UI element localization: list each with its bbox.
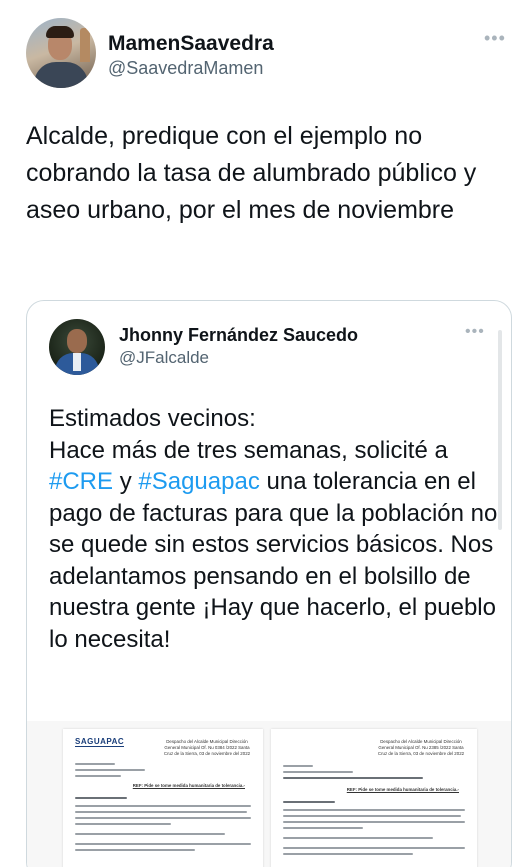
hashtag-cre[interactable]: #CRE (49, 468, 113, 495)
scrollbar[interactable] (498, 330, 502, 530)
avatar-hair (46, 26, 74, 38)
document-reference: REF: Pide se tome medida humanitaria de … (132, 783, 245, 788)
text-line (283, 809, 465, 811)
document-header: Despacho del Alcalde Municipal Dirección… (163, 739, 251, 756)
avatar-face (67, 329, 87, 353)
text-line (283, 801, 335, 803)
text-line (75, 817, 251, 819)
avatar-background-tower (80, 28, 90, 62)
quoted-text-part2: y (113, 468, 139, 495)
text-line (75, 811, 247, 813)
text-line (75, 763, 115, 765)
quoted-text-part3: una tolerancia en el pago de facturas pa… (49, 468, 498, 653)
text-line (283, 853, 413, 855)
document-image-saguapac[interactable]: SAGUAPAC Despacho del Alcalde Municipal … (63, 729, 263, 867)
avatar-body (34, 62, 88, 88)
quoted-author-handle[interactable]: @JFalcalde (119, 348, 209, 368)
text-line (283, 827, 363, 829)
text-line (283, 771, 353, 773)
text-line (75, 775, 121, 777)
document-image-cre[interactable]: Despacho del Alcalde Municipal Dirección… (271, 729, 477, 867)
attached-images[interactable]: SAGUAPAC Despacho del Alcalde Municipal … (27, 721, 511, 867)
text-line (75, 843, 251, 845)
text-line (75, 823, 171, 825)
author-handle[interactable]: @SaavedraMamen (108, 58, 263, 79)
text-line (283, 847, 465, 849)
author-name[interactable]: MamenSaavedra (108, 32, 274, 56)
document-header: Despacho del Alcalde Municipal Dirección… (377, 739, 465, 756)
text-line (283, 765, 313, 767)
hashtag-saguapac[interactable]: #Saguapac (138, 468, 259, 495)
quoted-text-part1: Estimados vecinos: Hace más de tres sema… (49, 405, 448, 464)
tweet-text: Alcalde, predique con el ejemplo no cobr… (26, 122, 477, 224)
avatar-collar (73, 353, 81, 371)
tweet: MamenSaavedra @SaavedraMamen ••• Alcalde… (0, 0, 526, 867)
text-line (75, 833, 225, 835)
author-avatar[interactable] (26, 18, 96, 88)
document-reference: REF: Pide se tome medida humanitaria de … (346, 787, 459, 792)
text-line (75, 849, 195, 851)
quoted-tweet[interactable]: Jhonny Fernández Saucedo @JFalcalde ••• … (26, 300, 512, 867)
text-line (75, 805, 251, 807)
saguapac-logo: SAGUAPAC (75, 737, 125, 747)
text-line (283, 777, 423, 779)
text-line (75, 769, 145, 771)
quoted-tweet-text: Estimados vecinos: Hace más de tres sema… (49, 403, 501, 655)
text-line (283, 815, 461, 817)
quoted-more-options-icon[interactable]: ••• (465, 323, 485, 341)
text-line (283, 821, 465, 823)
quoted-author-name[interactable]: Jhonny Fernández Saucedo (119, 325, 358, 346)
more-options-icon[interactable]: ••• (484, 28, 506, 49)
text-line (75, 797, 127, 799)
text-line (283, 837, 433, 839)
quoted-author-avatar[interactable] (49, 319, 105, 375)
